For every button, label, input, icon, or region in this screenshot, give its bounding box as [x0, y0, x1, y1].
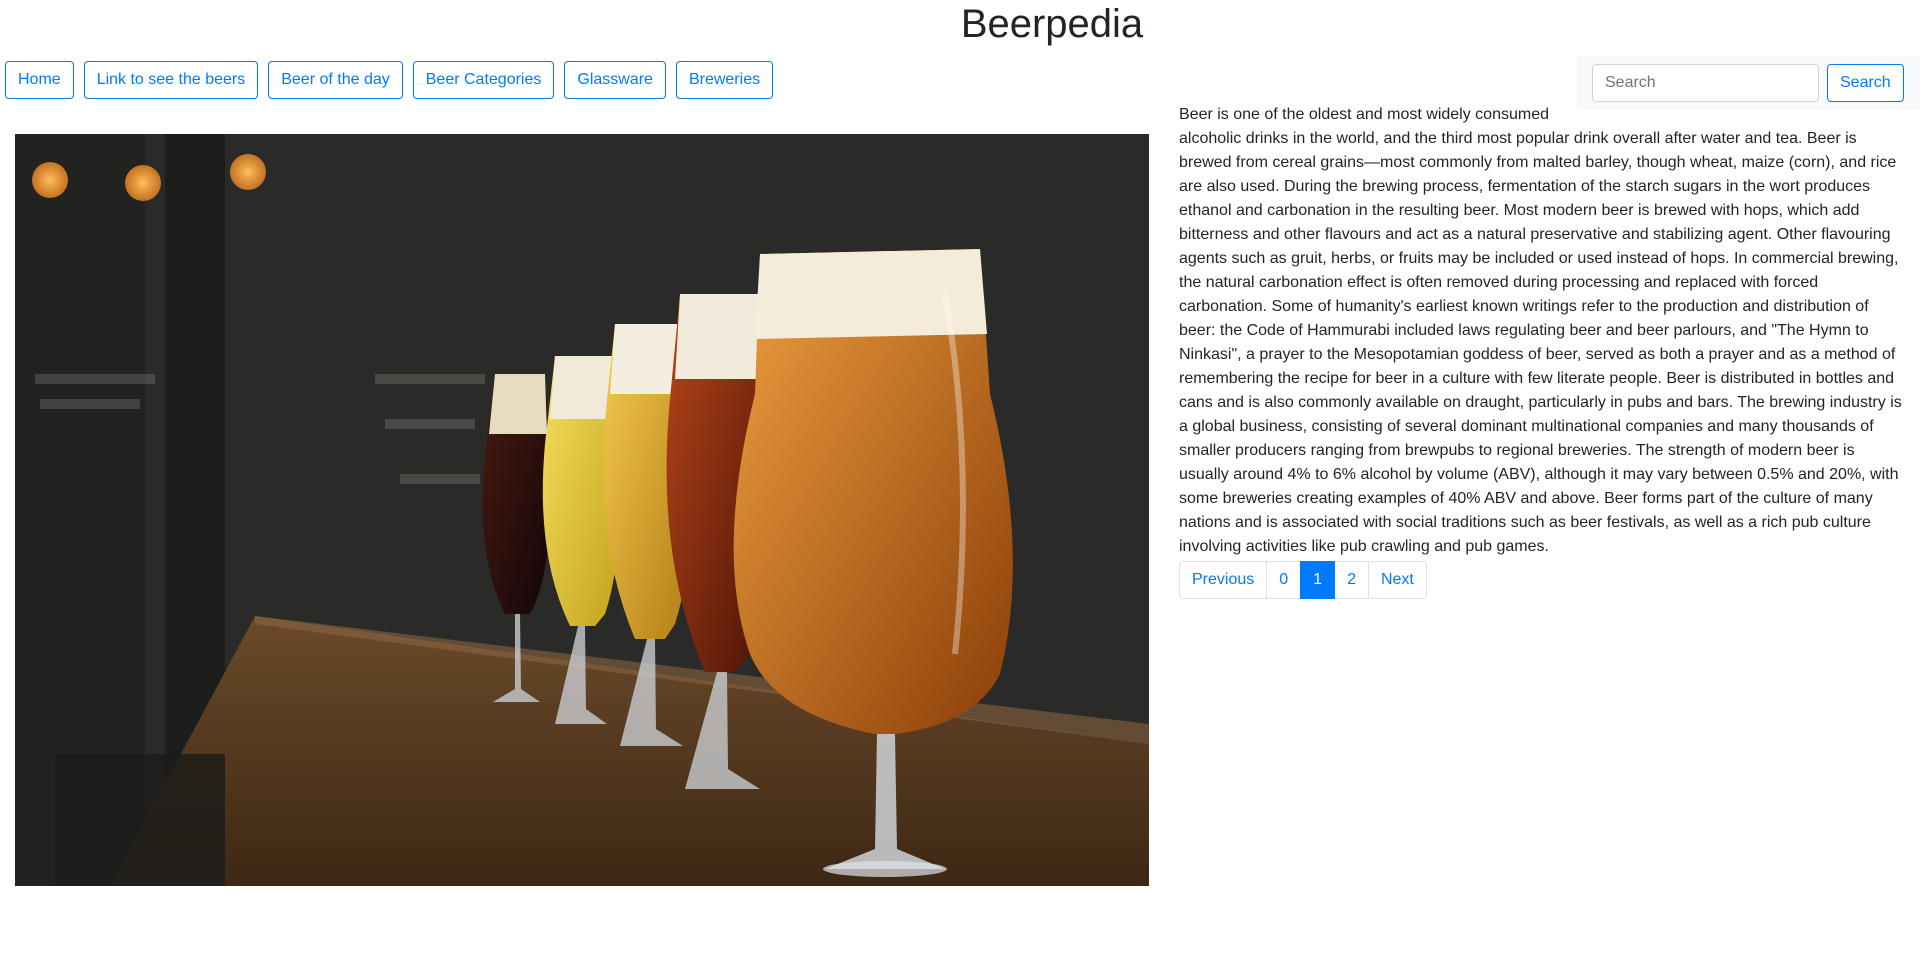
pagination-previous[interactable]: Previous: [1179, 561, 1268, 599]
beer-description: Beer is one of the oldest and most widel…: [1179, 103, 1905, 559]
pagination-page-0[interactable]: 0: [1266, 561, 1302, 599]
nav-breweries-button[interactable]: Breweries: [675, 61, 774, 99]
pagination-page-2[interactable]: 2: [1334, 561, 1369, 599]
main-nav: Home Link to see the beers Beer of the d…: [5, 61, 774, 99]
search-form: Search: [1577, 56, 1920, 110]
hero-beer-image: [15, 134, 1149, 886]
nav-beer-categories-button[interactable]: Beer Categories: [412, 61, 555, 99]
search-input[interactable]: [1592, 64, 1819, 102]
nav-beers-button[interactable]: Link to see the beers: [83, 61, 259, 99]
description-body: alcoholic drinks in the world, and the t…: [1179, 130, 1902, 555]
nav-glassware-button[interactable]: Glassware: [564, 61, 666, 99]
site-title: Beerpedia: [960, 2, 1144, 46]
pagination-next[interactable]: Next: [1367, 561, 1427, 599]
search-button[interactable]: Search: [1827, 64, 1904, 102]
nav-home-button[interactable]: Home: [5, 61, 74, 99]
pagination-page-1[interactable]: 1: [1300, 561, 1336, 599]
nav-beer-of-the-day-button[interactable]: Beer of the day: [268, 61, 403, 99]
pagination: Previous 0 1 2 Next: [1179, 561, 1427, 599]
description-lead: Beer is one of the oldest and most widel…: [1179, 106, 1549, 123]
